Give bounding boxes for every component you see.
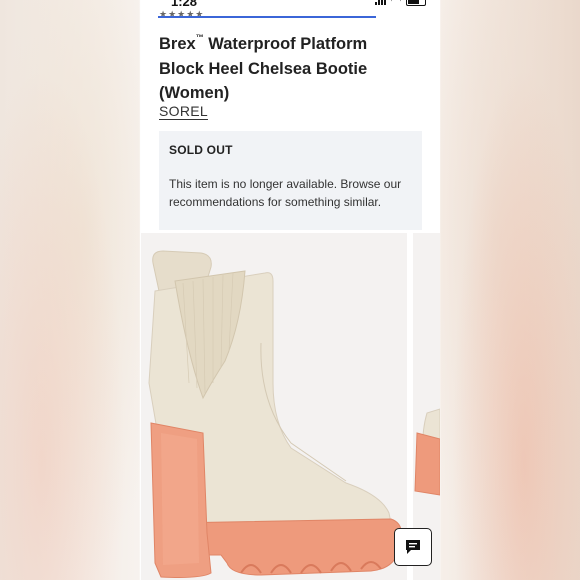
product-title-name: Brex [159,35,196,53]
status-icons [375,0,426,6]
status-time: 1:28 [171,0,198,9]
background-blur-left [0,0,140,580]
background-blur-right [440,0,580,580]
availability-notice: SOLD OUT This item is no longer availabl… [159,131,422,230]
product-title: Brex™ Waterproof Platform Block Heel Che… [159,26,399,106]
availability-message: This item is no longer available. Browse… [169,177,402,209]
boot-photo[interactable] [141,233,407,580]
sold-out-label: SOLD OUT [169,143,233,157]
phone-screen: 1:28 ★★★★★ Brex™ Waterproof Platform Blo… [141,0,440,580]
wifi-icon [391,0,401,6]
trademark-symbol: ™ [195,33,204,42]
chat-button[interactable] [394,528,432,566]
page-load-progress-bar [158,16,376,18]
rating-stars-icon: ★★★★★ [159,9,205,19]
brand-link[interactable]: SOREL [159,103,208,119]
battery-icon [406,0,426,6]
chat-icon [406,540,420,554]
product-image-carousel[interactable] [141,233,440,580]
boot-illustration [148,250,402,578]
signal-icon [375,0,386,5]
